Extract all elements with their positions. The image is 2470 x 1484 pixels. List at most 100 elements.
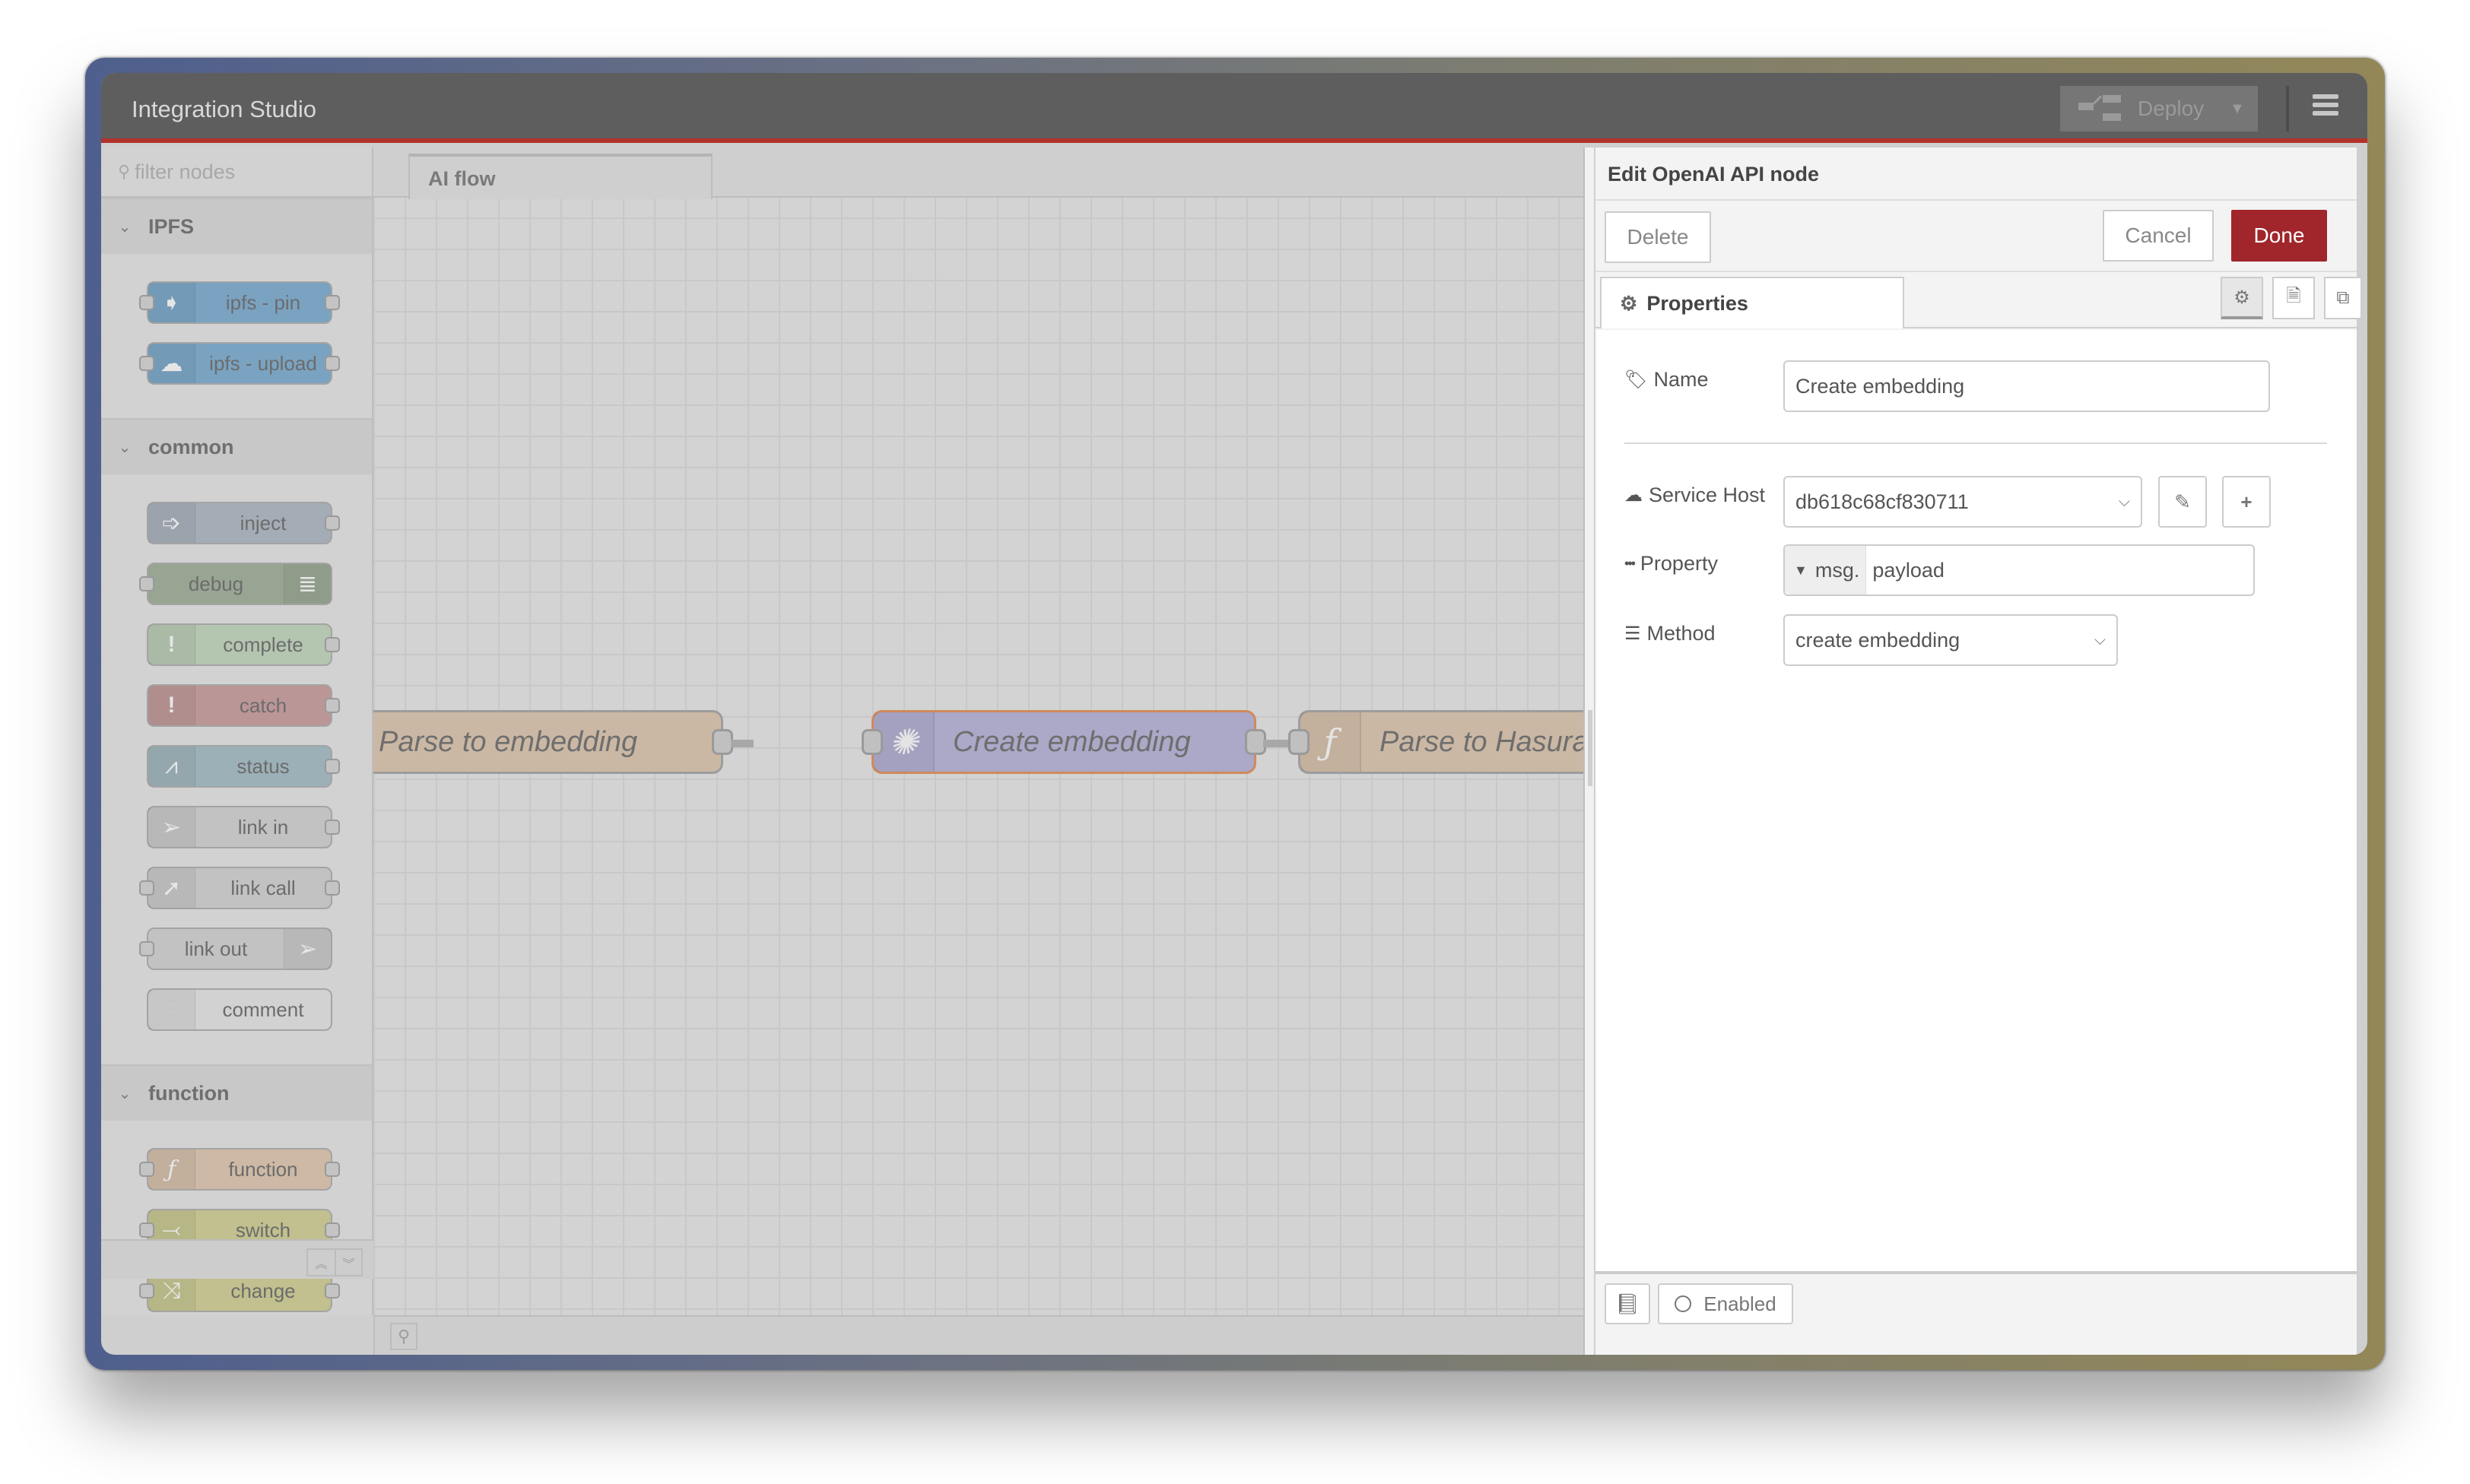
- chevron-down-icon: ⌄: [118, 218, 132, 236]
- service-host-select[interactable]: db618c68cf830711 ⌵: [1783, 476, 2142, 528]
- node-appearance-button[interactable]: ⧉: [2324, 277, 2362, 319]
- palette-node-ipfs-pin[interactable]: ➧ ipfs - pin: [139, 281, 340, 324]
- delete-button[interactable]: Delete: [1605, 211, 1711, 263]
- link-call-icon: ➚: [148, 868, 195, 908]
- property-type-selector[interactable]: ▼ msg.: [1785, 546, 1867, 595]
- collapse-all-icon[interactable]: ︽: [308, 1250, 335, 1275]
- palette-node-link-in[interactable]: ➢ link in: [147, 806, 340, 848]
- palette-node-link-call[interactable]: ➚ link call: [139, 867, 340, 909]
- input-port: [1288, 729, 1310, 755]
- editor-tabs: ⚙ Properties ⚙ 🗎︎ ⧉: [1595, 272, 2362, 328]
- toggle-circle-icon: [1675, 1295, 1692, 1312]
- editor-footer: 📘︎ Enabled: [1595, 1271, 2357, 1355]
- chevron-down-icon: ⌄: [118, 1085, 132, 1102]
- enabled-toggle[interactable]: Enabled: [1658, 1283, 1793, 1324]
- palette-node-label: change: [230, 1279, 296, 1302]
- app-window: Integration Studio Deploy ▼ ⚲ filter nod…: [101, 73, 2367, 1355]
- node-properties-button[interactable]: ⚙: [2221, 277, 2263, 319]
- done-button[interactable]: Done: [2231, 210, 2327, 262]
- name-input[interactable]: Create embedding: [1783, 360, 2270, 412]
- cloud-icon: ☁: [1624, 485, 1643, 506]
- caret-down-icon: ▼: [1794, 562, 1808, 578]
- appearance-icon: ⧉: [2336, 287, 2350, 308]
- resize-handle[interactable]: [1588, 710, 1592, 786]
- help-book-button[interactable]: 📘︎: [1605, 1283, 1650, 1324]
- main-menu-button[interactable]: [2313, 94, 2338, 120]
- category-header-function[interactable]: ⌄ function: [101, 1064, 372, 1121]
- deploy-dropdown-caret-icon[interactable]: ▼: [2230, 100, 2245, 118]
- method-row: ☰ Method: [1624, 622, 1716, 645]
- input-port: [862, 729, 883, 755]
- category-name: common: [148, 435, 234, 458]
- speech-bubble-icon: 💬︎: [148, 990, 195, 1029]
- palette-node-link-out[interactable]: link out ➢: [139, 928, 332, 970]
- property-typed-input[interactable]: ▼ msg. payload: [1783, 544, 2255, 596]
- input-port: [139, 356, 154, 371]
- output-port: [325, 515, 340, 531]
- deploy-icon: [2078, 95, 2121, 122]
- category-body-ipfs: ➧ ipfs - pin ☁ ipfs - upload: [101, 254, 372, 418]
- edit-service-host-button[interactable]: ✎: [2158, 476, 2207, 528]
- palette-node-label: switch: [235, 1218, 291, 1241]
- editor-toolbar: Delete Cancel Done: [1595, 201, 2357, 272]
- deploy-button[interactable]: Deploy ▼: [2060, 86, 2258, 132]
- category-header-common[interactable]: ⌄ common: [101, 418, 372, 474]
- palette-node-label: status: [237, 754, 290, 778]
- palette-node-label: debug: [188, 572, 244, 595]
- palette-node-status[interactable]: ⩘ status: [147, 745, 340, 788]
- flow-node-label: Create embedding: [953, 725, 1191, 758]
- flow-canvas[interactable]: AI flow Parse to embedding ✺ Create embe…: [373, 147, 1583, 1315]
- property-label: Property: [1640, 552, 1718, 575]
- header-bar: Integration Studio Deploy ▼: [101, 73, 2367, 143]
- service-host-value: db618c68cf830711: [1795, 490, 1969, 513]
- flow-node-parse-to-hasura[interactable]: ƒ Parse to Hasura: [1288, 710, 1583, 774]
- divider: [1624, 442, 2327, 444]
- output-port: [325, 295, 340, 310]
- expand-all-icon[interactable]: ︾: [335, 1250, 361, 1275]
- plus-icon: +: [2240, 490, 2253, 513]
- search-flows-icon[interactable]: ⚲: [390, 1323, 417, 1350]
- palette-node-debug[interactable]: debug ≣: [139, 563, 332, 605]
- category-body-common: ➩ inject debug ≣ ! complete ! catch ⩘ st…: [101, 474, 372, 1064]
- filter-nodes-input[interactable]: ⚲ filter nodes: [101, 147, 372, 198]
- category-header-ipfs[interactable]: ⌄ IPFS: [101, 198, 372, 254]
- tab-properties[interactable]: ⚙ Properties: [1600, 277, 1904, 328]
- node-palette: ⚲ filter nodes ⌄ IPFS ➧ ipfs - pin ☁ ipf…: [101, 147, 373, 1315]
- palette-node-ipfs-upload[interactable]: ☁ ipfs - upload: [139, 342, 340, 385]
- palette-node-inject[interactable]: ➩ inject: [147, 502, 340, 544]
- palette-node-catch[interactable]: ! catch: [147, 684, 340, 727]
- flow-node-parse-to-embedding[interactable]: Parse to embedding: [373, 710, 733, 774]
- node-description-button[interactable]: 🗎︎: [2272, 277, 2315, 319]
- panel-resize-splitter[interactable]: [1583, 147, 1595, 1355]
- category-name: IPFS: [148, 214, 195, 238]
- palette-node-label: function: [228, 1157, 298, 1181]
- output-port: [325, 1222, 340, 1238]
- workspace-footer: ⚲: [373, 1315, 1583, 1355]
- add-service-host-button[interactable]: +: [2222, 476, 2271, 528]
- palette-node-comment[interactable]: 💬︎ comment: [147, 988, 332, 1031]
- ellipsis-icon: •••: [1624, 556, 1636, 571]
- output-port: [325, 637, 340, 652]
- palette-node-label: comment: [222, 997, 304, 1021]
- property-row: ••• Property: [1624, 552, 1718, 576]
- gear-icon: ⚙: [1620, 291, 1638, 315]
- inject-arrow-icon: ➩: [148, 503, 195, 543]
- flow-node-label: Parse to Hasura: [1379, 725, 1583, 758]
- input-port: [139, 880, 154, 896]
- palette-node-function[interactable]: ƒ function: [139, 1148, 340, 1191]
- cancel-button[interactable]: Cancel: [2103, 210, 2214, 262]
- workspace-tabs: AI flow: [373, 147, 1583, 199]
- palette-footer: ︽ ︾: [101, 1239, 373, 1279]
- flow-node-create-embedding[interactable]: ✺ Create embedding: [862, 710, 1266, 774]
- list-icon: ≣: [284, 564, 331, 604]
- palette-node-complete[interactable]: ! complete: [147, 623, 340, 666]
- property-value: payload: [1872, 558, 1945, 582]
- method-value: create embedding: [1795, 628, 1960, 652]
- output-port: [325, 1283, 340, 1298]
- name-row: 🏷︎ Name: [1624, 368, 1709, 392]
- palette-node-label: ipfs - pin: [225, 290, 301, 314]
- palette-node-label: catch: [239, 693, 287, 717]
- gear-icon: ⚙: [2233, 287, 2250, 308]
- tab-ai-flow[interactable]: AI flow: [408, 154, 713, 199]
- method-select[interactable]: create embedding ⌵: [1783, 614, 2118, 666]
